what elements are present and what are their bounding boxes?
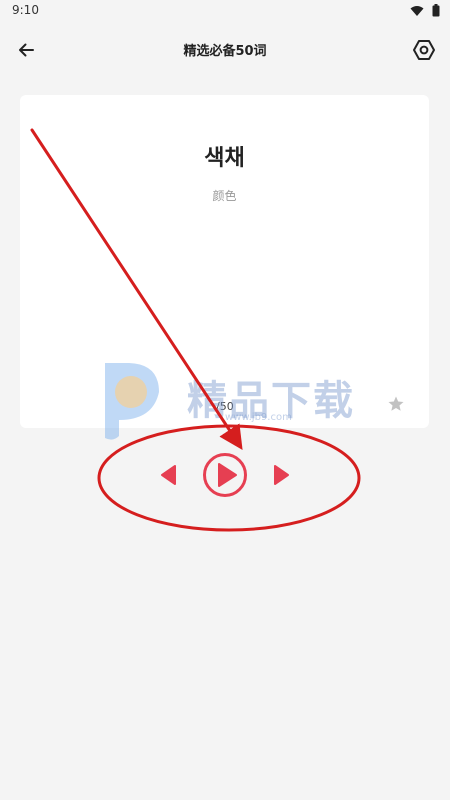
play-circle-icon[interactable] [202,452,248,498]
star-icon[interactable] [387,395,405,413]
status-time: 9:10 [12,3,39,17]
status-bar: 9:10 [0,0,450,22]
settings-button[interactable] [408,34,440,66]
page-title: 精选必备50词 [183,44,267,59]
playback-controls [150,450,300,500]
word-counter: /50 [216,400,234,413]
triangle-right-icon[interactable] [270,464,292,486]
word-card: 색채 颜色 /50 [20,95,429,428]
gear-icon [413,40,435,60]
word-text: 색채 [204,146,245,171]
wifi-icon [410,5,424,16]
status-icons [410,4,440,17]
word-meaning: 颜色 [212,189,237,203]
battery-icon [432,4,440,17]
screen: 9:10 精选必备50词 색채 颜色 /50 精品下载 www.jb9.com [0,0,450,800]
triangle-left-icon[interactable] [158,464,180,486]
app-bar: 精选必备50词 [0,22,450,78]
